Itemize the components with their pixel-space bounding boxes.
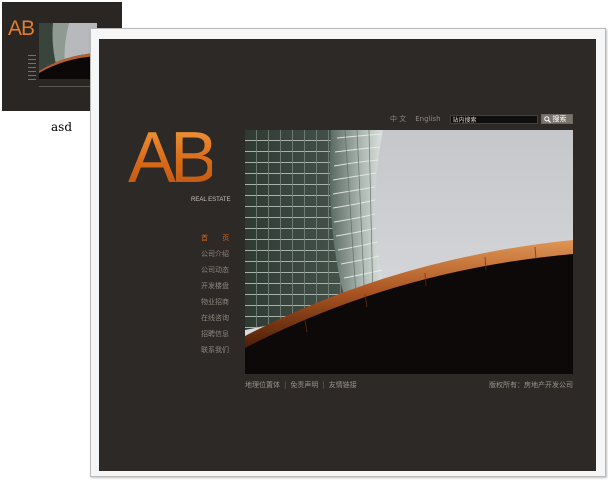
nav-item-online-consulting[interactable]: 在线咨询 (201, 313, 241, 329)
footer-links: 地理位置体 | 免责声明 | 友情链接 (245, 380, 357, 390)
language-english-link[interactable]: English (415, 115, 440, 123)
thumbnail-logo: AB (8, 17, 35, 40)
brand-logo[interactable]: AB (128, 122, 218, 194)
thumbnail-menu (28, 52, 36, 83)
top-bar: 中 文 English 搜索 (390, 113, 573, 125)
footer-link-disclaimer[interactable]: 免责声明 (290, 381, 318, 389)
nav-item-careers[interactable]: 招聘信息 (201, 329, 241, 345)
main-navigation: 首 页 公司介绍 公司动态 开发楼盘 物业招商 在线咨询 招聘信息 联系我们 (201, 233, 241, 361)
brand-subtitle: REAL ESTATE (191, 197, 231, 203)
thumbnail-caption: asd (51, 120, 72, 134)
hero-building-image (245, 130, 573, 374)
thumbnail-footer (39, 86, 97, 87)
search-button-label: 搜索 (552, 115, 567, 123)
thumbnail-hero-image (39, 23, 97, 79)
nav-item-property-leasing[interactable]: 物业招商 (201, 297, 241, 313)
search-icon (543, 115, 551, 123)
search-button[interactable]: 搜索 (540, 114, 573, 124)
nav-item-company-intro[interactable]: 公司介绍 (201, 249, 241, 265)
search-input[interactable] (449, 114, 538, 124)
nav-item-contact[interactable]: 联系我们 (201, 345, 241, 361)
language-chinese-link[interactable]: 中 文 (390, 114, 406, 124)
nav-item-home[interactable]: 首 页 (201, 233, 241, 249)
footer-link-location[interactable]: 地理位置体 (245, 381, 280, 389)
nav-item-developments[interactable]: 开发楼盘 (201, 281, 241, 297)
copyright-text: 版权所有：房地产开发公司 (489, 381, 573, 389)
footer-divider: | (322, 381, 325, 389)
nav-item-company-news[interactable]: 公司动态 (201, 265, 241, 281)
footer-link-friends[interactable]: 友情链接 (329, 381, 357, 389)
footer-divider: | (284, 381, 287, 389)
